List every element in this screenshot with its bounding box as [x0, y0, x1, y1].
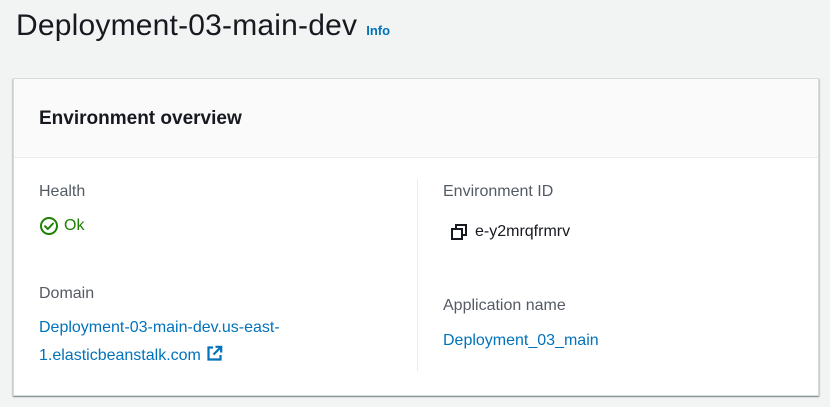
- health-status: Ok: [39, 216, 84, 236]
- page-header: Deployment-03-main-dev Info: [16, 4, 390, 54]
- panel-header: Environment overview: [14, 79, 818, 158]
- domain-value: Deployment-03-main-dev.us-east- 1.elasti…: [39, 314, 280, 370]
- page-title: Deployment-03-main-dev: [16, 9, 358, 42]
- environment-id-value: e-y2mrqfrmrv: [450, 223, 570, 241]
- column-divider: [417, 179, 418, 371]
- copy-icon[interactable]: [450, 223, 468, 241]
- domain-link[interactable]: Deployment-03-main-dev.us-east- 1.elasti…: [39, 319, 280, 364]
- health-label: Health: [39, 183, 86, 200]
- health-value: Ok: [64, 217, 85, 234]
- environment-id-text: e-y2mrqfrmrv: [475, 223, 571, 240]
- external-link-icon: [206, 344, 223, 361]
- domain-line-1: Deployment-03-main-dev.us-east-: [39, 319, 280, 336]
- environment-id-label: Environment ID: [443, 183, 554, 200]
- application-name-label: Application name: [443, 297, 566, 314]
- check-circle-icon: [39, 216, 59, 236]
- domain-label: Domain: [39, 285, 95, 302]
- application-name-value: Deployment_03_main: [443, 327, 599, 355]
- application-name-link[interactable]: Deployment_03_main: [443, 332, 599, 349]
- environment-overview-panel: Environment overview Health Ok Domain De…: [13, 78, 819, 396]
- info-link[interactable]: Info: [366, 23, 390, 38]
- panel-title: Environment overview: [39, 108, 242, 129]
- domain-line-2: 1.elasticbeanstalk.com: [39, 347, 201, 364]
